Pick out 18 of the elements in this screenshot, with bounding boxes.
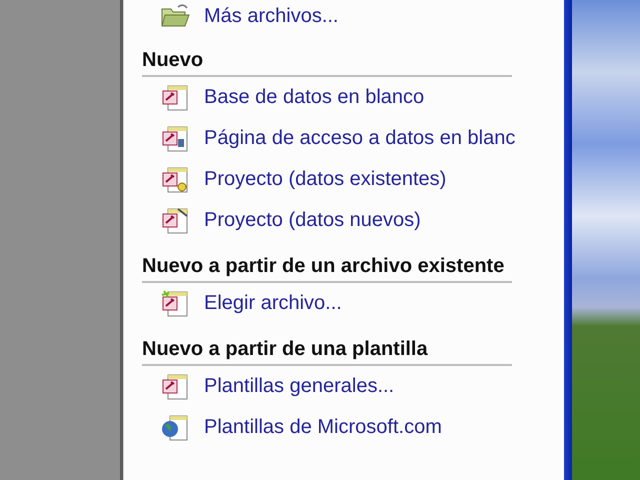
document-icon <box>160 164 190 194</box>
document-icon <box>160 124 190 154</box>
section-heading: Nuevo a partir de una plantilla <box>142 336 512 366</box>
globe-document-icon <box>160 412 190 442</box>
task-link[interactable]: Elegir archivo... <box>204 292 342 315</box>
task-link[interactable]: Plantillas generales... <box>204 375 394 398</box>
document-icon <box>160 372 190 402</box>
task-link[interactable]: Proyecto (datos existentes) <box>204 168 446 191</box>
task-link[interactable]: Proyecto (datos nuevos) <box>204 209 421 232</box>
document-icon <box>160 288 190 318</box>
section-heading: Nuevo a partir de un archivo existente <box>142 253 512 283</box>
document-icon <box>160 206 190 236</box>
section-heading: Nuevo <box>142 47 512 77</box>
task-link[interactable]: Página de acceso a datos en blanc <box>204 127 516 150</box>
document-icon <box>160 82 190 112</box>
task-link[interactable]: Base de datos en blanco <box>204 86 424 109</box>
task-link[interactable]: Plantillas de Microsoft.com <box>204 416 442 439</box>
more-files-link[interactable]: Más archivos... <box>204 4 338 28</box>
